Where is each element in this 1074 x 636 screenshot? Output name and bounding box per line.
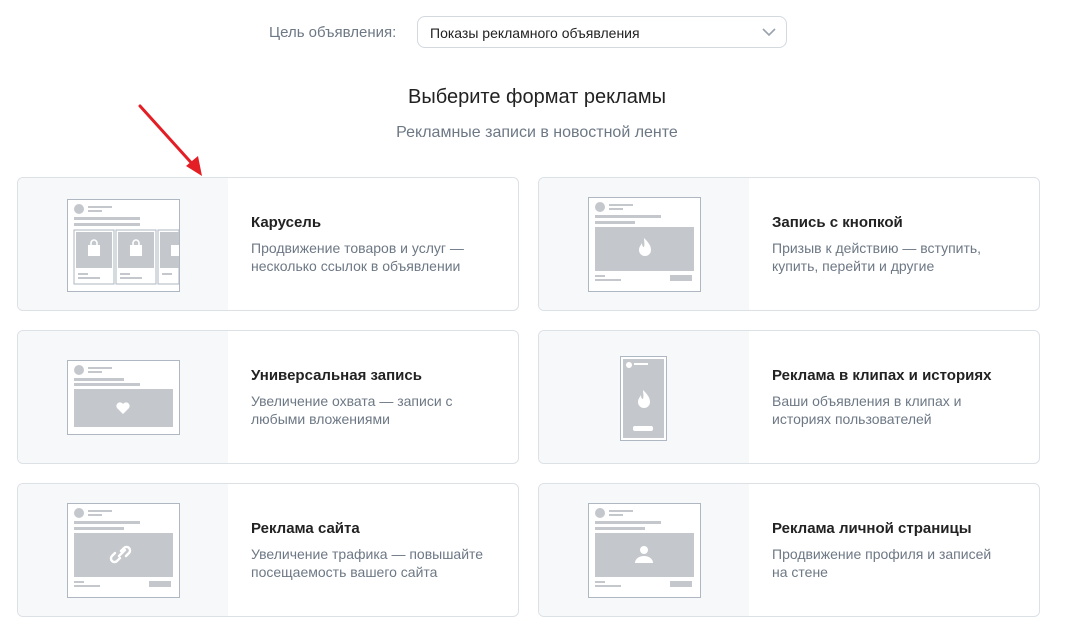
profile-ad-preview-illustration (588, 503, 701, 598)
card-illustration-area (18, 178, 228, 310)
website-ad-preview-illustration (67, 503, 180, 598)
card-title: Реклама сайта (251, 520, 360, 537)
card-description-line: любыми вложениями (251, 411, 390, 427)
card-description-line: Призыв к действию — вступить, (772, 240, 982, 256)
format-card-clips-stories[interactable]: Реклама в клипах и историях Ваши объявле… (538, 330, 1040, 464)
card-description-line: посещаемость вашего сайта (251, 564, 438, 580)
card-description-line: Ваши объявления в клипах и (772, 393, 962, 409)
card-description-line: историях пользователей (772, 411, 932, 427)
button-post-preview-illustration (588, 197, 701, 292)
card-description-line: Продвижение товаров и услуг — (251, 240, 464, 256)
card-illustration-area (18, 484, 228, 616)
ad-goal-selected-value: Показы рекламного объявления (430, 25, 640, 41)
format-card-carousel[interactable]: Карусель Продвижение товаров и услуг — н… (17, 177, 519, 311)
card-title: Запись с кнопкой (772, 214, 903, 231)
format-card-personal-page-ad[interactable]: Реклама личной страницы Продвижение проф… (538, 483, 1040, 617)
red-arrow-annotation (138, 104, 202, 176)
card-illustration-area (539, 331, 749, 463)
card-description-line: купить, перейти и другие (772, 258, 935, 274)
card-description-line: на стене (772, 564, 828, 580)
card-title: Реклама личной страницы (772, 520, 972, 537)
card-illustration-area (539, 484, 749, 616)
card-title: Карусель (251, 214, 322, 231)
card-illustration-area (18, 331, 228, 463)
chevron-down-icon (762, 28, 776, 37)
story-preview-illustration (620, 356, 667, 441)
ad-goal-label: Цель объявления: (269, 24, 397, 41)
universal-post-preview-illustration (67, 360, 180, 435)
card-description-line: Увеличение трафика — повышайте (251, 546, 484, 562)
format-card-website-ad[interactable]: Реклама сайта Увеличение трафика — повыш… (17, 483, 519, 617)
format-card-post-with-button[interactable]: Запись с кнопкой Призыв к действию — вст… (538, 177, 1040, 311)
card-title: Реклама в клипах и историях (772, 367, 992, 384)
card-description-line: Продвижение профиля и записей (772, 546, 992, 562)
ad-goal-select[interactable]: Показы рекламного объявления (417, 16, 787, 48)
ad-goal-row: Цель объявления: Показы рекламного объяв… (0, 16, 1074, 50)
card-description-line: Увеличение охвата — записи с (251, 393, 453, 409)
format-card-universal-post[interactable]: Универсальная запись Увеличение охвата —… (17, 330, 519, 464)
carousel-preview-illustration (67, 199, 180, 292)
card-illustration-area (539, 178, 749, 310)
card-title: Универсальная запись (251, 367, 422, 384)
card-description-line: несколько ссылок в объявлении (251, 258, 461, 274)
